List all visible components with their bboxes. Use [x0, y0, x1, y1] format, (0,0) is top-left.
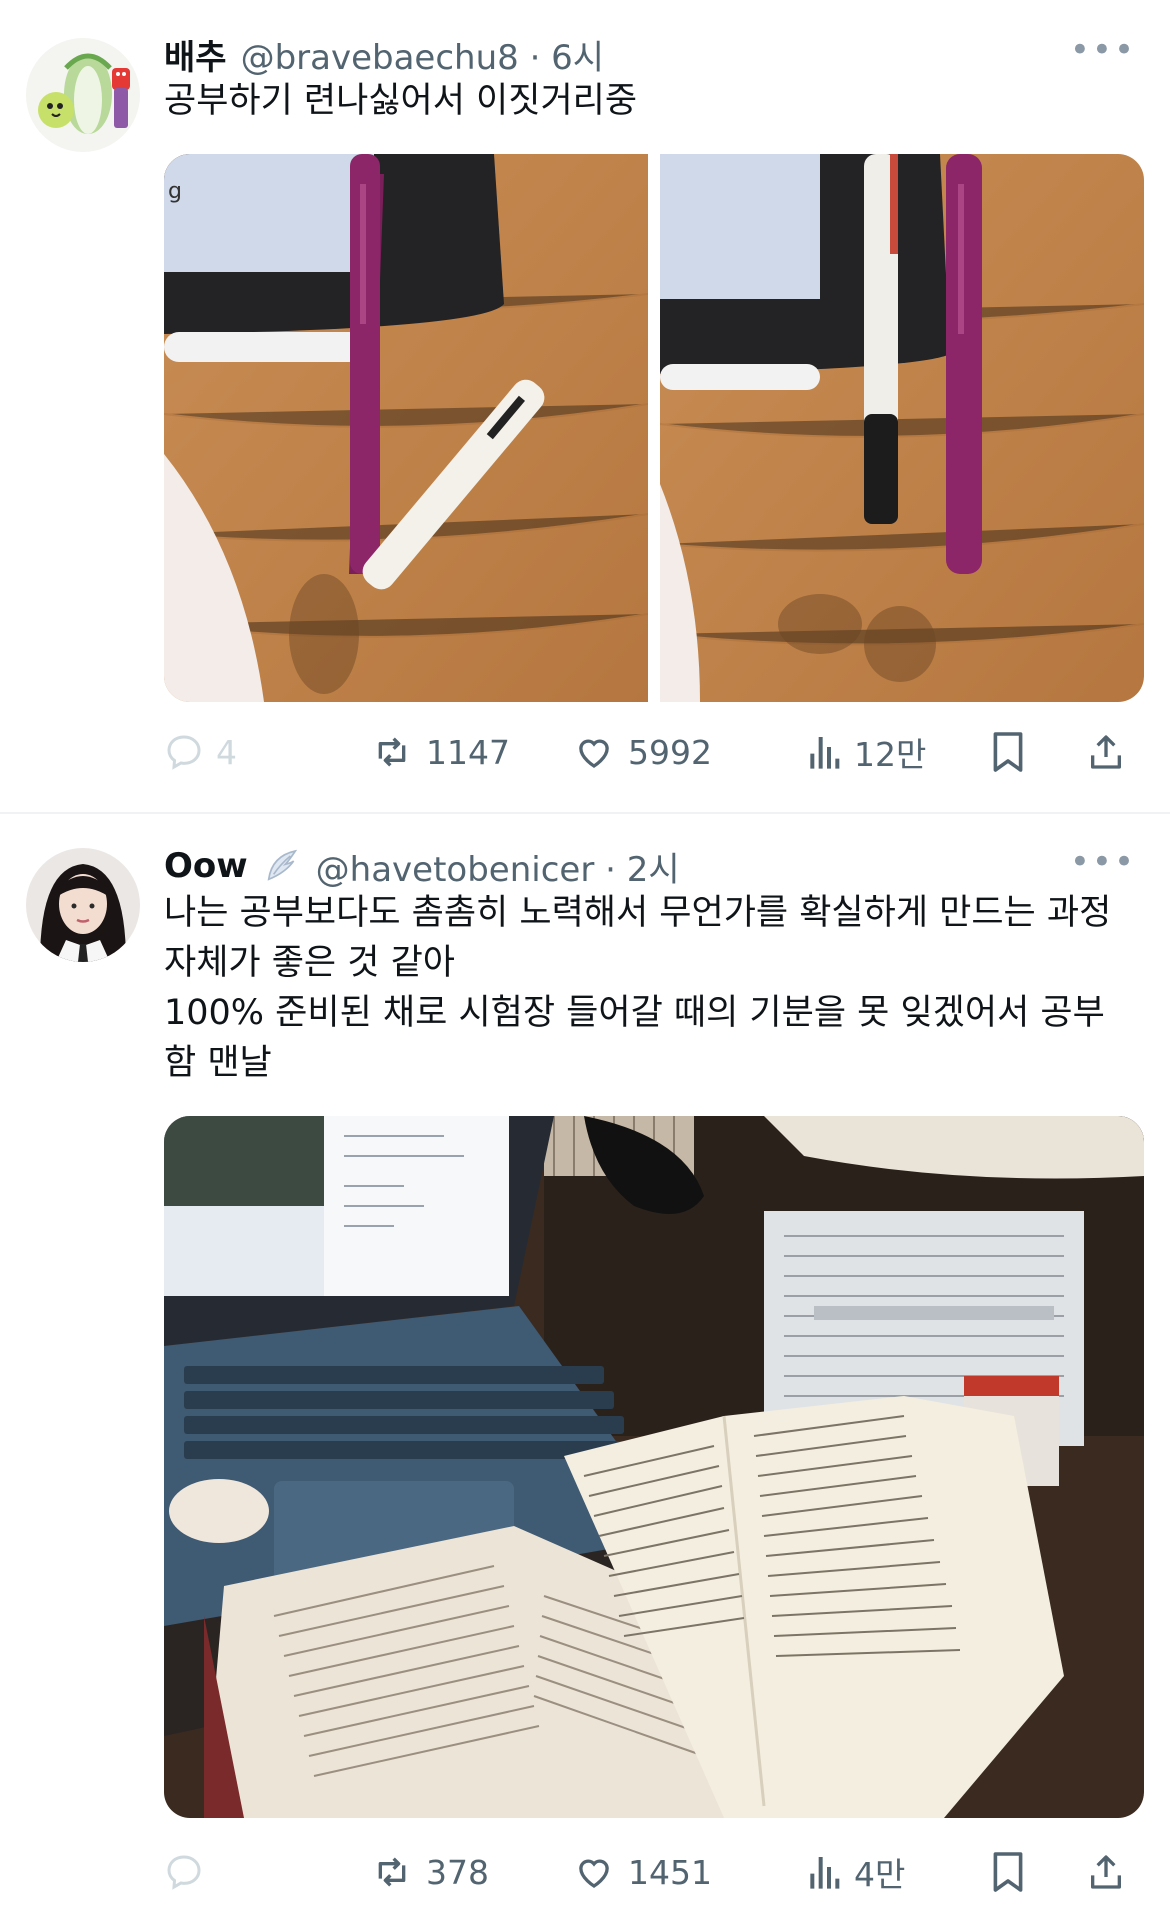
retweet-count: 378: [426, 1852, 489, 1892]
svg-text:g: g: [168, 179, 182, 204]
like-button[interactable]: 1451: [572, 1842, 712, 1902]
tweet-header: 배추 @bravebaechu8 · 6시: [164, 30, 605, 79]
views-count: 4만: [854, 1855, 906, 1894]
handle-and-time[interactable]: @havetobenicer · 2시: [316, 842, 680, 891]
tweet-header: Oow @havetobenicer · 2시: [164, 842, 680, 891]
more-options-icon[interactable]: •••: [1070, 30, 1136, 70]
tweet-text-line: 100% 준비된 채로 시험장 들어갈 때의 기분을 못 잊겠어서 공부: [164, 993, 1105, 1033]
avatar[interactable]: [26, 848, 140, 962]
views-icon: [810, 1857, 840, 1889]
retweet-button[interactable]: 1147: [370, 722, 510, 782]
tweet-text: 나는 공부보다도 촘촘히 노력해서 무언가를 확실하게 만드는 과정 자체가 좋…: [164, 888, 1144, 1088]
retweet-count: 1147: [426, 732, 510, 772]
views-count: 12만: [854, 735, 927, 774]
views-button[interactable]: 4만: [806, 1842, 905, 1902]
bookmark-button[interactable]: [990, 722, 1026, 782]
reply-count: 4: [216, 732, 237, 772]
share-icon: [1091, 1855, 1121, 1889]
like-button[interactable]: 5992: [572, 722, 712, 782]
media-image[interactable]: [164, 1116, 1144, 1818]
share-button[interactable]: [1086, 1842, 1126, 1902]
handle-and-time[interactable]: @bravebaechu8 · 6시: [241, 30, 605, 79]
retweet-button[interactable]: 378: [370, 1842, 489, 1902]
action-bar: 4 1147 5992 12만: [164, 722, 1144, 782]
display-name[interactable]: Oow: [164, 846, 248, 886]
tweet-text: 공부하기 련나싫어서 이짓거리중: [164, 76, 1144, 126]
action-bar: 378 1451 4만: [164, 1842, 1144, 1902]
retweet-icon: [378, 737, 406, 767]
tweet-1[interactable]: 배추 @bravebaechu8 · 6시 ••• 공부하기 련나싫어서 이짓거…: [0, 0, 1170, 810]
share-button[interactable]: [1086, 722, 1126, 782]
views-button[interactable]: 12만: [806, 722, 926, 782]
heart-icon: [579, 739, 609, 768]
retweet-icon: [378, 1857, 406, 1887]
media-image-2[interactable]: [659, 154, 1144, 702]
tweet-text-line: 함 맨날: [164, 1043, 272, 1083]
reply-icon: [167, 1855, 201, 1890]
tweet-2[interactable]: Oow @havetobenicer · 2시 ••• 나는 공부보다도 촘촘히…: [0, 814, 1170, 1922]
reply-button[interactable]: 4: [164, 722, 237, 782]
heart-icon: [579, 1859, 609, 1888]
bookmark-icon: [993, 732, 1023, 772]
like-count: 1451: [628, 1852, 712, 1892]
media-grid: g: [164, 154, 1144, 702]
avatar[interactable]: [26, 38, 140, 152]
like-count: 5992: [628, 732, 712, 772]
reply-icon: [167, 735, 201, 770]
wing-emoji-icon: [267, 849, 297, 881]
views-icon: [810, 737, 840, 769]
media-image-1[interactable]: g: [164, 154, 649, 702]
display-name[interactable]: 배추: [164, 30, 227, 79]
share-icon: [1091, 735, 1121, 769]
reply-button[interactable]: [164, 1842, 216, 1902]
tweet-text-line: 나는 공부보다도 촘촘히 노력해서 무언가를 확실하게 만드는 과정: [164, 893, 1112, 933]
tweet-text-line: 자체가 좋은 것 같아: [164, 943, 455, 983]
more-options-icon[interactable]: •••: [1070, 842, 1136, 882]
tweet-text-line: 공부하기 련나싫어서 이짓거리중: [164, 81, 638, 121]
bookmark-button[interactable]: [990, 1842, 1026, 1902]
bookmark-icon: [993, 1852, 1023, 1892]
